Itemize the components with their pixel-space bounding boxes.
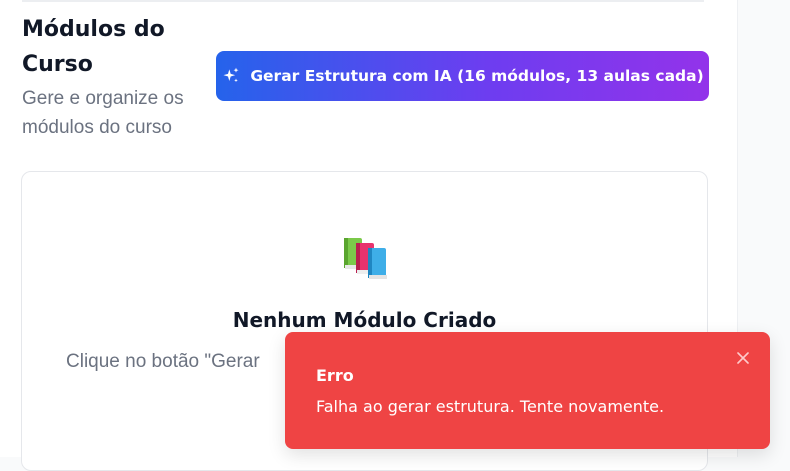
divider bbox=[22, 0, 704, 2]
generate-structure-button[interactable]: Gerar Estrutura com IA (16 módulos, 13 a… bbox=[216, 51, 709, 101]
toast-message: Falha ao gerar estrutura. Tente novament… bbox=[316, 397, 665, 416]
page-subtitle: Gere e organize os módulos do curso bbox=[22, 88, 184, 138]
error-toast: Erro Falha ao gerar estrutura. Tente nov… bbox=[285, 332, 770, 449]
books-icon bbox=[344, 238, 387, 279]
toast-title: Erro bbox=[316, 366, 354, 385]
close-icon bbox=[737, 352, 749, 364]
empty-state-title: Nenhum Módulo Criado bbox=[232, 308, 497, 332]
sparkles-icon bbox=[223, 67, 239, 83]
page-title: Módulos do Curso bbox=[22, 17, 165, 77]
close-toast-button[interactable] bbox=[733, 348, 753, 368]
generate-structure-label: Gerar Estrutura com IA (16 módulos, 13 a… bbox=[250, 67, 704, 85]
